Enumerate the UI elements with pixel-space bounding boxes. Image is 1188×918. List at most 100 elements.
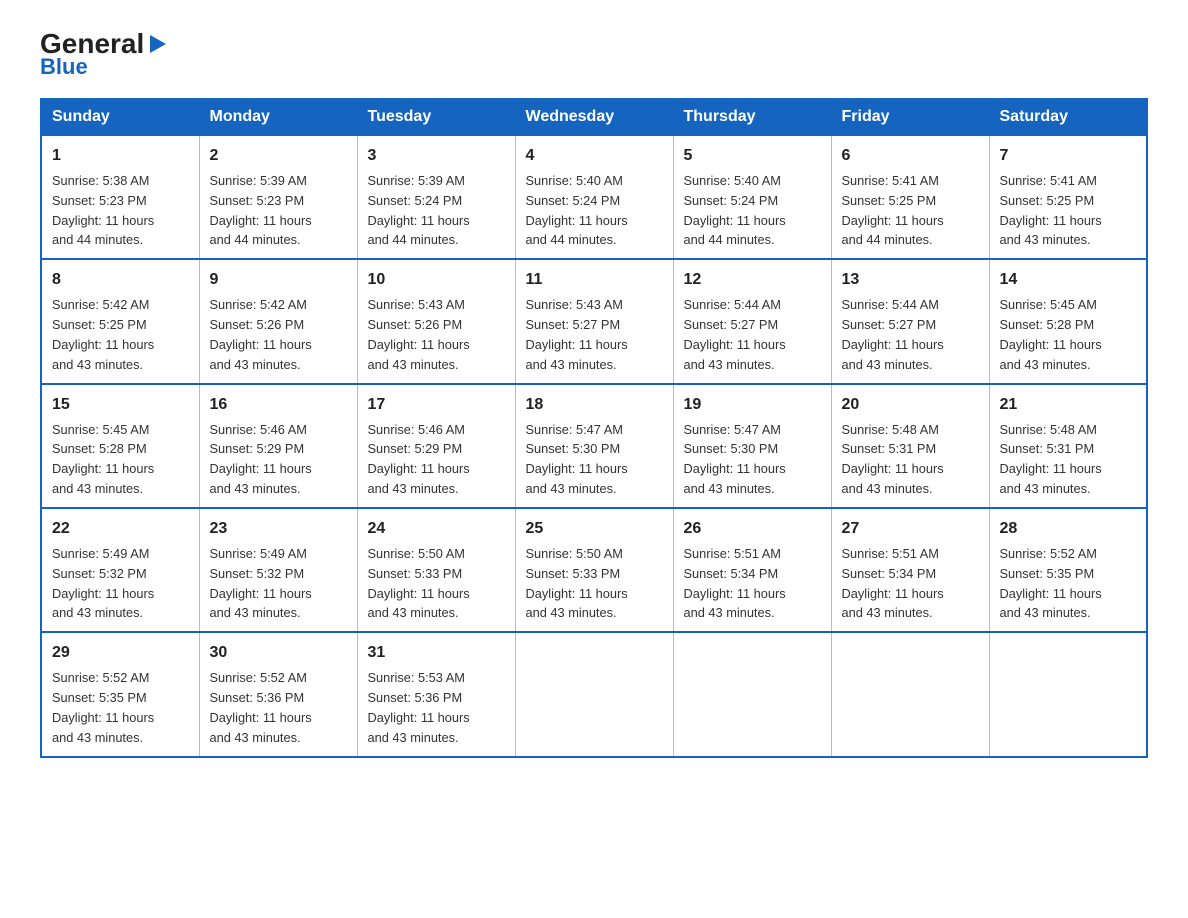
day-number: 13 — [842, 268, 979, 292]
daylight-text: and 43 minutes. — [526, 481, 617, 496]
day-number: 15 — [52, 393, 189, 417]
daylight-text: and 43 minutes. — [368, 730, 459, 745]
calendar-week-row: 29Sunrise: 5:52 AMSunset: 5:35 PMDayligh… — [41, 632, 1147, 756]
logo-arrow-icon — [146, 33, 168, 55]
calendar-week-row: 22 Sunrise: 5:49 AMSunset: 5:32 PMDayligh… — [41, 508, 1147, 632]
day-info: Sunrise: 5:41 AMSunset: 5:25 PMDaylight:… — [842, 171, 979, 250]
header-friday: Friday — [831, 99, 989, 135]
header-monday: Monday — [199, 99, 357, 135]
day-number: 12 — [684, 268, 821, 292]
daylight-text: Daylight: 11 hours — [210, 213, 312, 228]
calendar-cell: 9Sunrise: 5:42 AMSunset: 5:26 PMDaylight… — [199, 259, 357, 383]
daylight-text: Daylight: 11 hours — [52, 213, 154, 228]
sunset-text: Sunset: 5:25 PM — [52, 317, 147, 332]
calendar-cell: 17Sunrise: 5:46 AMSunset: 5:29 PMDayligh… — [357, 384, 515, 508]
logo: General Blue — [40, 30, 168, 80]
day-info: Sunrise: 5:38 AMSunset: 5:23 PMDaylight:… — [52, 171, 189, 250]
calendar-cell: 1Sunrise: 5:38 AMSunset: 5:23 PMDaylight… — [41, 135, 199, 259]
day-number: 20 — [842, 393, 979, 417]
daylight-text: and 43 minutes. — [52, 605, 143, 620]
daylight-text: Daylight: 11 hours — [526, 337, 628, 352]
day-info: Sunrise: 5:46 AMSunset: 5:29 PMDaylight:… — [368, 420, 505, 499]
daylight-text: Daylight: 11 hours — [842, 337, 944, 352]
sunset-text: Sunset: 5:24 PM — [368, 193, 463, 208]
sunset-text: Sunset: 5:34 PM — [842, 566, 937, 581]
sunrise-text: Sunrise: 5:51 AM — [842, 546, 939, 561]
daylight-text: Daylight: 11 hours — [842, 213, 944, 228]
calendar-cell: 24Sunrise: 5:50 AMSunset: 5:33 PMDayligh… — [357, 508, 515, 632]
calendar-cell — [515, 632, 673, 756]
calendar-cell: 29Sunrise: 5:52 AMSunset: 5:35 PMDayligh… — [41, 632, 199, 756]
day-info: Sunrise: 5:45 AMSunset: 5:28 PMDaylight:… — [1000, 295, 1137, 374]
sunset-text: Sunset: 5:30 PM — [684, 441, 779, 456]
sunrise-text: Sunrise: 5:50 AM — [368, 546, 465, 561]
sunset-text: Sunset: 5:28 PM — [52, 441, 147, 456]
calendar-week-row: 1Sunrise: 5:38 AMSunset: 5:23 PMDaylight… — [41, 135, 1147, 259]
daylight-text: Daylight: 11 hours — [1000, 337, 1102, 352]
daylight-text: Daylight: 11 hours — [684, 461, 786, 476]
day-number: 18 — [526, 393, 663, 417]
sunset-text: Sunset: 5:27 PM — [684, 317, 779, 332]
daylight-text: Daylight: 11 hours — [1000, 586, 1102, 601]
day-number: 30 — [210, 641, 347, 665]
day-info: Sunrise: 5:48 AMSunset: 5:31 PMDaylight:… — [1000, 420, 1137, 499]
daylight-text: Daylight: 11 hours — [368, 461, 470, 476]
calendar-cell: 16Sunrise: 5:46 AMSunset: 5:29 PMDayligh… — [199, 384, 357, 508]
daylight-text: Daylight: 11 hours — [52, 461, 154, 476]
sunrise-text: Sunrise: 5:45 AM — [52, 422, 149, 437]
sunset-text: Sunset: 5:35 PM — [52, 690, 147, 705]
daylight-text: and 44 minutes. — [52, 232, 143, 247]
day-number: 10 — [368, 268, 505, 292]
day-number: 9 — [210, 268, 347, 292]
day-number: 4 — [526, 144, 663, 168]
sunrise-text: Sunrise: 5:47 AM — [526, 422, 623, 437]
sunset-text: Sunset: 5:31 PM — [842, 441, 937, 456]
sunrise-text: Sunrise: 5:48 AM — [842, 422, 939, 437]
calendar-cell: 12Sunrise: 5:44 AMSunset: 5:27 PMDayligh… — [673, 259, 831, 383]
daylight-text: and 43 minutes. — [526, 605, 617, 620]
daylight-text: and 44 minutes. — [842, 232, 933, 247]
calendar-header-row: SundayMondayTuesdayWednesdayThursdayFrid… — [41, 99, 1147, 135]
day-info: Sunrise: 5:49 AMSunset: 5:32 PMDaylight:… — [52, 544, 189, 623]
day-number: 31 — [368, 641, 505, 665]
calendar-week-row: 15 Sunrise: 5:45 AM Sunset: 5:28 PM Dayligh… — [41, 384, 1147, 508]
calendar-cell: 19Sunrise: 5:47 AMSunset: 5:30 PMDayligh… — [673, 384, 831, 508]
sunrise-text: Sunrise: 5:43 AM — [526, 297, 623, 312]
day-number: 22 — [52, 517, 189, 541]
header-tuesday: Tuesday — [357, 99, 515, 135]
daylight-text: and 43 minutes. — [210, 481, 301, 496]
daylight-text: Daylight: 11 hours — [526, 213, 628, 228]
sunrise-text: Sunrise: 5:39 AM — [210, 173, 307, 188]
daylight-text: and 43 minutes. — [52, 357, 143, 372]
day-info: Sunrise: 5:53 AMSunset: 5:36 PMDaylight:… — [368, 668, 505, 747]
day-number: 2 — [210, 144, 347, 168]
header-saturday: Saturday — [989, 99, 1147, 135]
sunset-text: Sunset: 5:30 PM — [526, 441, 621, 456]
header-sunday: Sunday — [41, 99, 199, 135]
sunrise-text: Sunrise: 5:51 AM — [684, 546, 781, 561]
sunrise-text: Sunrise: 5:38 AM — [52, 173, 149, 188]
sunrise-text: Sunrise: 5:47 AM — [684, 422, 781, 437]
calendar-cell: 18Sunrise: 5:47 AMSunset: 5:30 PMDayligh… — [515, 384, 673, 508]
day-info: Sunrise: 5:42 AMSunset: 5:25 PMDaylight:… — [52, 295, 189, 374]
daylight-text: and 44 minutes. — [368, 232, 459, 247]
day-number: 6 — [842, 144, 979, 168]
calendar-cell: 26Sunrise: 5:51 AMSunset: 5:34 PMDayligh… — [673, 508, 831, 632]
day-info: Sunrise: 5:51 AMSunset: 5:34 PMDaylight:… — [842, 544, 979, 623]
daylight-text: Daylight: 11 hours — [52, 710, 154, 725]
sunset-text: Sunset: 5:28 PM — [1000, 317, 1095, 332]
day-info: Sunrise: 5:43 AMSunset: 5:26 PMDaylight:… — [368, 295, 505, 374]
calendar-cell: 13Sunrise: 5:44 AMSunset: 5:27 PMDayligh… — [831, 259, 989, 383]
daylight-text: Daylight: 11 hours — [368, 586, 470, 601]
calendar-cell: 31 Sunrise: 5:53 AMSunset: 5:36 PMDayligh… — [357, 632, 515, 756]
calendar-cell: 2Sunrise: 5:39 AMSunset: 5:23 PMDaylight… — [199, 135, 357, 259]
daylight-text: and 43 minutes. — [684, 357, 775, 372]
daylight-text: and 44 minutes. — [210, 232, 301, 247]
sunrise-text: Sunrise: 5:49 AM — [52, 546, 149, 561]
daylight-text: Daylight: 11 hours — [210, 461, 312, 476]
sunset-text: Sunset: 5:36 PM — [368, 690, 463, 705]
sunrise-text: Sunrise: 5:42 AM — [210, 297, 307, 312]
sunrise-text: Sunrise: 5:52 AM — [210, 670, 307, 685]
daylight-text: Daylight: 11 hours — [210, 337, 312, 352]
sunset-text: Sunset: 5:27 PM — [842, 317, 937, 332]
